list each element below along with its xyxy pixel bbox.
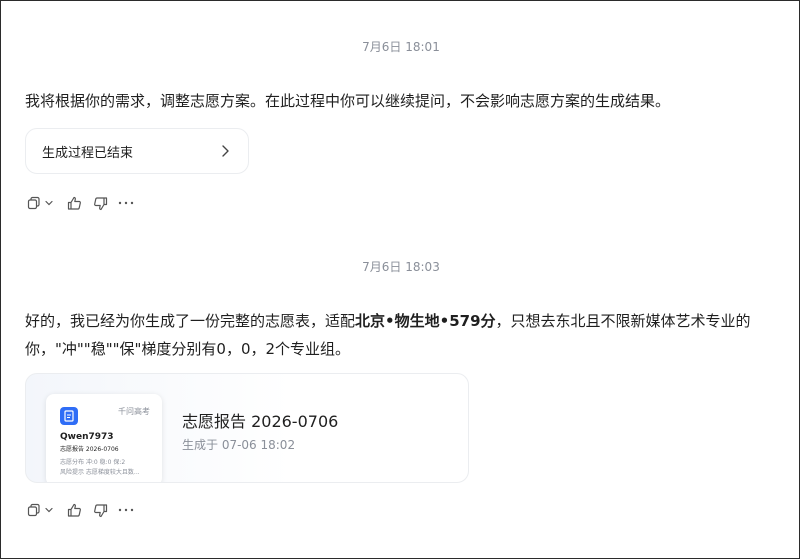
process-card[interactable]: 生成过程已结束	[25, 128, 249, 174]
chevron-down-icon	[45, 507, 53, 513]
message-text: 我将根据你的需求，调整志愿方案。在此过程中你可以继续提问，不会影响志愿方案的生成…	[25, 92, 671, 110]
more-icon	[118, 201, 134, 205]
thumbnail-subtitle: 志愿报告 2026-0706	[60, 446, 119, 453]
more-button[interactable]	[113, 499, 139, 521]
chevron-down-icon	[45, 200, 53, 206]
timestamp: 7月6日 18:03	[362, 260, 440, 274]
thumbnail-brand: 千问高考	[118, 407, 150, 416]
document-icon	[60, 407, 78, 425]
thumbnail-risk: 风险提示 志愿梯度较大且数...	[60, 469, 140, 476]
chevron-right-icon	[222, 145, 229, 157]
copy-icon	[27, 196, 40, 210]
process-card-label: 生成过程已结束	[42, 145, 134, 161]
copy-button[interactable]	[27, 499, 61, 521]
thumbs-up-icon	[67, 196, 81, 210]
thumbs-down-icon	[93, 196, 107, 210]
thumbs-up-icon	[67, 503, 81, 517]
copy-button[interactable]	[27, 192, 61, 214]
message-text: ，只想去东北且不限新媒体艺术专业的	[495, 312, 751, 330]
assistant-message: 好的，我已经为你生成了一份完整的志愿表，适配北京•物生地•579分，只想去东北且…	[25, 307, 775, 363]
more-button[interactable]	[113, 192, 139, 214]
dislike-button[interactable]	[87, 192, 113, 214]
assistant-message: 我将根据你的需求，调整志愿方案。在此过程中你可以继续提问，不会影响志愿方案的生成…	[25, 87, 775, 115]
thumbs-down-icon	[93, 503, 107, 517]
report-generated-time: 生成于 07-06 18:02	[182, 438, 296, 452]
thumbnail-stats: 志愿分布 冲:0 稳:0 保:2	[60, 459, 126, 466]
copy-icon	[27, 503, 40, 517]
more-icon	[118, 508, 134, 512]
message-highlight: 北京•物生地•579分	[355, 312, 496, 330]
timestamp: 7月6日 18:01	[362, 40, 440, 54]
message-actions	[27, 499, 139, 521]
message-actions	[27, 192, 139, 214]
like-button[interactable]	[61, 499, 87, 521]
dislike-button[interactable]	[87, 499, 113, 521]
report-card[interactable]: 千问高考 Qwen7973 志愿报告 2026-0706 志愿分布 冲:0 稳:…	[25, 373, 469, 483]
thumbnail-user: Qwen7973	[60, 432, 114, 442]
message-text: 好的，我已经为你生成了一份完整的志愿表，适配	[25, 312, 356, 330]
like-button[interactable]	[61, 192, 87, 214]
report-thumbnail: 千问高考 Qwen7973 志愿报告 2026-0706 志愿分布 冲:0 稳:…	[46, 394, 162, 482]
report-title: 志愿报告 2026-0706	[182, 412, 339, 431]
message-text: 你，"冲""稳""保"梯度分别有0，0，2个专业组。	[25, 340, 351, 358]
